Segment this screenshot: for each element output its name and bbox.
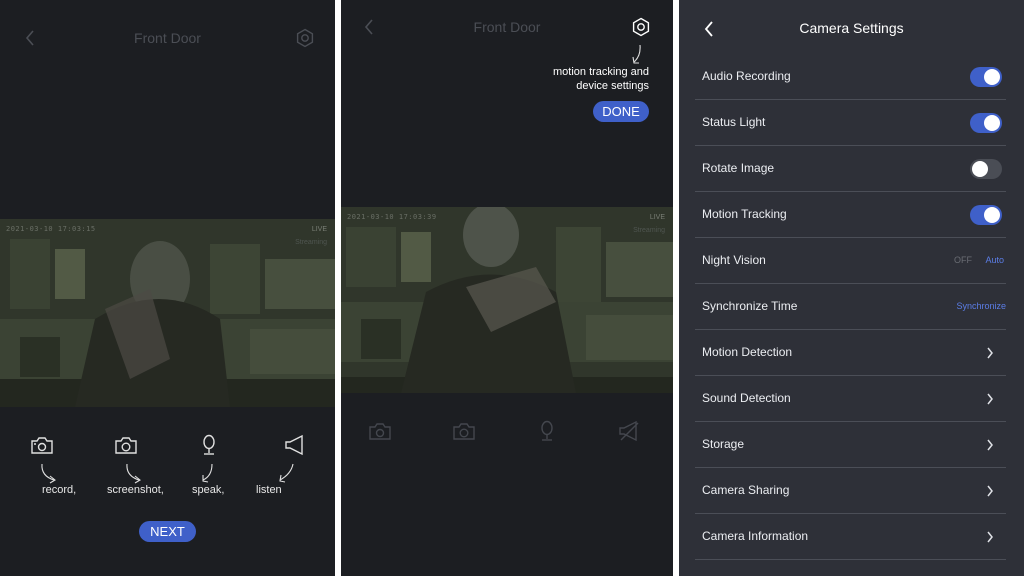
video-frame-image <box>0 219 335 407</box>
chevron-right-icon <box>987 439 993 451</box>
record-icon[interactable] <box>368 422 392 441</box>
page-title: Front Door <box>134 30 201 46</box>
stream-status: Streaming <box>633 227 665 234</box>
toggle-knob <box>972 161 988 177</box>
toggle-knob <box>984 115 1000 131</box>
microphone-icon[interactable] <box>199 434 219 456</box>
setting-label: Audio Recording <box>702 69 791 83</box>
setting-row-night-vision: Night Vision OFF Auto <box>695 238 1006 284</box>
camera-icon[interactable] <box>114 436 138 455</box>
page-title: Front Door <box>473 19 541 35</box>
video-timestamp: 2021-03-10 17:03:39 <box>347 213 437 221</box>
synchronize-button[interactable]: Synchronize <box>956 301 1006 311</box>
tutorial-screen-settings: Front Door motion tracking and device se… <box>341 0 673 576</box>
microphone-icon[interactable] <box>537 420 557 442</box>
page-title: Camera Settings <box>799 20 904 36</box>
setting-label: Motion Tracking <box>702 207 787 221</box>
night-vision-option-auto[interactable]: Auto <box>985 255 1004 265</box>
arrow-annotation <box>632 44 641 64</box>
chevron-right-icon <box>987 485 993 497</box>
rotate-image-toggle[interactable] <box>970 159 1002 179</box>
record-label: record, <box>42 484 77 496</box>
chevron-right-icon <box>987 393 993 405</box>
setting-row-audio-recording: Audio Recording <box>695 54 1006 100</box>
arrow-annotation <box>126 463 141 484</box>
arrow-annotation <box>202 463 213 483</box>
chevron-right-icon <box>987 347 993 359</box>
video-frame-image <box>341 207 673 393</box>
setting-label: Status Light <box>702 115 766 129</box>
record-icon[interactable] <box>30 436 54 455</box>
settings-hint: motion tracking and device settings <box>553 66 649 92</box>
setting-row-storage[interactable]: Storage <box>695 422 1006 468</box>
audio-recording-toggle[interactable] <box>970 67 1002 87</box>
arrow-annotation <box>279 463 294 483</box>
setting-label: Rotate Image <box>702 161 775 175</box>
screenshot-label: screenshot, <box>107 484 164 496</box>
setting-row-status-light: Status Light <box>695 100 1006 146</box>
tutorial-screen-toolbar: Front Door 2021-03-10 17:03:15 LIVE Stre… <box>0 0 335 576</box>
listen-label: listen <box>256 484 282 496</box>
live-video-feed[interactable]: 2021-03-10 17:03:15 LIVE Streaming <box>0 219 335 407</box>
setting-row-synchronize-time: Synchronize Time Synchronize <box>695 284 1006 330</box>
live-video-feed[interactable]: 2021-03-10 17:03:39 LIVE Streaming <box>341 207 673 393</box>
setting-label: Storage <box>702 437 745 451</box>
setting-label: Synchronize Time <box>702 299 798 313</box>
setting-row-camera-information[interactable]: Camera Information <box>695 514 1006 560</box>
gear-icon[interactable] <box>631 17 651 37</box>
setting-row-rotate-image: Rotate Image <box>695 146 1006 192</box>
done-button[interactable]: DONE <box>593 101 649 122</box>
live-badge: LIVE <box>311 226 327 233</box>
setting-row-motion-tracking: Motion Tracking <box>695 192 1006 238</box>
setting-label: Sound Detection <box>702 391 791 405</box>
toggle-knob <box>984 207 1000 223</box>
setting-label: Motion Detection <box>702 345 793 359</box>
setting-label: Camera Sharing <box>702 483 790 497</box>
camera-icon[interactable] <box>452 422 476 441</box>
setting-row-sound-detection[interactable]: Sound Detection <box>695 376 1006 422</box>
night-vision-option-off[interactable]: OFF <box>954 255 972 265</box>
camera-settings-screen: Camera Settings Audio Recording Status Li… <box>679 0 1024 576</box>
stream-status: Streaming <box>295 239 327 246</box>
next-button[interactable]: NEXT <box>139 521 196 542</box>
setting-row-camera-sharing[interactable]: Camera Sharing <box>695 468 1006 514</box>
setting-label: Camera Information <box>702 529 809 543</box>
toggle-knob <box>984 69 1000 85</box>
status-light-toggle[interactable] <box>970 113 1002 133</box>
speaker-icon[interactable] <box>284 434 304 456</box>
setting-row-motion-detection[interactable]: Motion Detection <box>695 330 1006 376</box>
live-badge: LIVE <box>649 214 665 221</box>
speaker-icon[interactable] <box>618 420 640 442</box>
arrow-annotation <box>41 463 56 484</box>
setting-label: Night Vision <box>702 253 766 267</box>
video-timestamp: 2021-03-10 17:03:15 <box>6 225 96 233</box>
motion-tracking-toggle[interactable] <box>970 205 1002 225</box>
gear-icon[interactable] <box>295 28 315 48</box>
speak-label: speak, <box>192 484 225 496</box>
chevron-right-icon <box>987 531 993 543</box>
